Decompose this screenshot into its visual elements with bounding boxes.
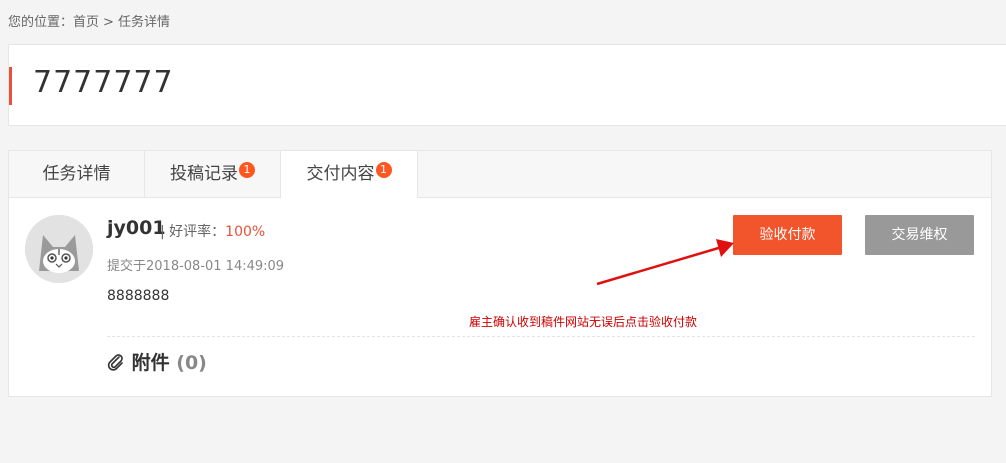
- cat-avatar-icon: [25, 215, 93, 283]
- breadcrumb-current: 任务详情: [117, 15, 170, 30]
- dispute-button[interactable]: 交易维权: [865, 215, 974, 255]
- tab-bar: 任务详情 投稿记录 1 交付内容 1: [9, 151, 991, 198]
- breadcrumb-separator: >: [103, 15, 114, 30]
- username[interactable]: jy001: [107, 217, 166, 239]
- annotation-note: 雇主确认收到稿件网站无误后点击验收付款: [469, 315, 698, 329]
- task-tabs-panel: 任务详情 投稿记录 1 交付内容 1 jy001 | 好评率：100% 提交于201…: [8, 150, 992, 397]
- tab-delivery-content[interactable]: 交付内容 1: [281, 151, 418, 198]
- rating: | 好评率：100%: [160, 221, 265, 241]
- divider: [107, 336, 975, 337]
- breadcrumb-home-link[interactable]: 首页: [73, 15, 99, 30]
- count-badge: 1: [375, 162, 392, 178]
- tab-label: 交付内容: [306, 164, 375, 184]
- accept-payment-button[interactable]: 验收付款: [733, 215, 842, 255]
- paperclip-icon: [107, 354, 123, 371]
- tab-submission-records[interactable]: 投稿记录 1: [145, 151, 281, 197]
- tab-label: 投稿记录: [170, 164, 238, 184]
- delivery-content-text: 8888888: [107, 288, 170, 304]
- task-title-card: 7777777: [8, 44, 1006, 126]
- title-accent-bar: [9, 67, 12, 105]
- rating-label: | 好评率：: [160, 224, 226, 240]
- tab-label: 任务详情: [42, 164, 111, 184]
- rating-value: 100%: [225, 224, 266, 240]
- breadcrumb-prefix: 您的位置：: [8, 15, 74, 30]
- page-title: 7777777: [33, 65, 174, 100]
- avatar[interactable]: [25, 215, 93, 283]
- count-badge: 1: [239, 162, 255, 178]
- annotation-arrow-icon: [596, 239, 734, 286]
- breadcrumb: 您的位置：首页 > 任务详情: [8, 11, 170, 30]
- submitted-time: 提交于2018-08-01 14:49:09: [107, 259, 285, 274]
- attachments-heading: 附件 (0): [107, 348, 207, 375]
- attachments-label: 附件: [131, 352, 170, 374]
- attachments-count: (0): [176, 352, 207, 374]
- tab-task-details[interactable]: 任务详情: [9, 151, 145, 197]
